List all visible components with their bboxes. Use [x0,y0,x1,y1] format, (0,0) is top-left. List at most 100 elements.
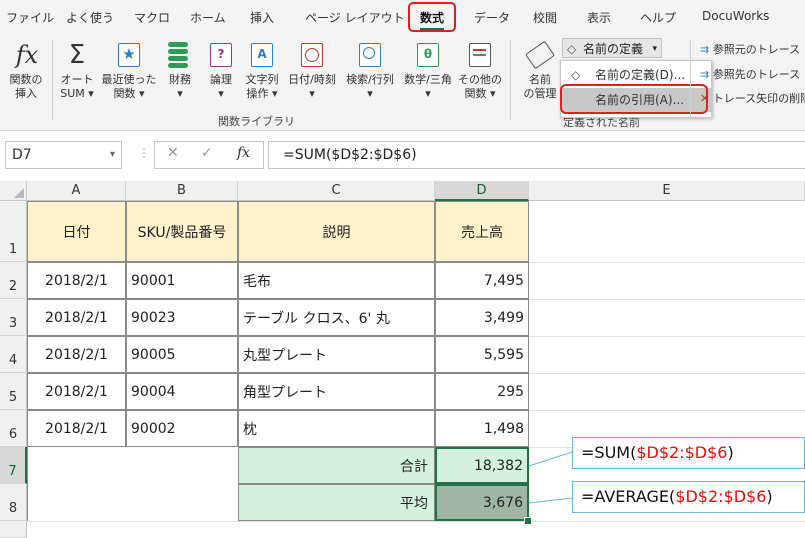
insert-function-icon[interactable]: fx [12,40,42,70]
theta-book-icon[interactable]: θ [413,40,443,70]
insert-function-button[interactable]: 関数の 挿入 [4,73,48,101]
trace-dependents-button[interactable]: ⇉ 参照先のトレース [700,66,800,82]
autosum-button[interactable]: オート SUM ▾ [55,73,99,101]
remove-arrows-icon: ✕ [700,92,710,105]
cell-c6[interactable]: 枕 [238,410,435,447]
trace-precedents-button[interactable]: ⇉ 参照元のトレース [700,41,800,57]
row-header-5[interactable]: 5 [0,373,27,410]
row-header-3[interactable]: 3 [0,299,27,336]
cell-d3[interactable]: 3,499 [435,299,529,336]
cell-a7-b8-empty[interactable] [27,447,238,521]
math-button[interactable]: 数学/三角 ▾ [399,73,457,101]
cell-a4[interactable]: 2018/2/1 [27,336,126,373]
name-manager-button[interactable]: 名前 の管理 [518,73,562,101]
clock-book-icon[interactable] [297,40,327,70]
column-header-d[interactable]: D [435,181,529,201]
cancel-icon[interactable]: ✕ [167,145,179,161]
cell-a5[interactable]: 2018/2/1 [27,373,126,410]
ribbon-separator [690,40,691,120]
question-book-icon[interactable]: ? [206,40,236,70]
tab-favorites[interactable]: よく使う [66,9,114,26]
cell-d2[interactable]: 7,495 [435,262,529,299]
cell-c3[interactable]: テーブル クロス、6' 丸 [238,299,435,336]
enter-icon[interactable]: ✓ [201,145,213,161]
star-book-icon[interactable]: ★ [114,40,144,70]
cell-b6[interactable]: 90002 [126,410,238,447]
row-header-2[interactable]: 2 [0,262,27,299]
financial-button[interactable]: 財務 ▾ [160,73,200,101]
tab-insert[interactable]: 挿入 [250,9,274,26]
total-label-cell[interactable]: 合計 [238,447,435,484]
row-header-4[interactable]: 4 [0,336,27,373]
cell-d6[interactable]: 1,498 [435,410,529,447]
more-functions-button[interactable]: その他の 関数 ▾ [457,73,503,101]
row-header-7[interactable]: 7 [0,447,27,484]
text-label-2: 操作 ▾ [246,87,278,100]
average-value-cell[interactable]: 3,676 [435,484,529,521]
tab-macro[interactable]: マクロ [134,9,170,26]
avg-prefix: =AVERAGE( [581,487,676,506]
cell-b4[interactable]: 90005 [126,336,238,373]
cell-c5[interactable]: 角型プレート [238,373,435,410]
column-header-a[interactable]: A [27,181,126,201]
coins-icon[interactable] [163,40,193,70]
math-label: 数学/三角 [404,73,452,86]
name-box[interactable]: D7 ▾ [5,141,122,169]
chevron-down-icon[interactable]: ▾ [110,142,115,168]
lookup-button[interactable]: 検索/行列 ▾ [341,73,399,101]
column-header-c[interactable]: C [238,181,435,201]
row-header-9[interactable] [0,521,27,538]
tab-help[interactable]: ヘルプ [640,9,676,26]
logical-button[interactable]: 論理 ▾ [201,73,241,101]
magnifier-book-icon[interactable] [355,40,385,70]
tab-docuworks[interactable]: DocuWorks [702,9,769,23]
callout-line-sum [528,451,573,467]
cell-b5[interactable]: 90004 [126,373,238,410]
tab-page-layout[interactable]: ページ レイアウト [305,9,405,26]
select-all-corner[interactable] [0,181,27,201]
cell-d5[interactable]: 295 [435,373,529,410]
text-functions-button[interactable]: 文字列 操作 ▾ [240,73,284,101]
insert-function-icon[interactable]: fx [237,145,250,161]
gridline [529,262,805,263]
header-cell-sku[interactable]: SKU/製品番号 [126,201,238,262]
header-cell-description[interactable]: 説明 [238,201,435,262]
tag-icon[interactable] [525,40,555,70]
header-cell-date[interactable]: 日付 [27,201,126,262]
more-functions-book-icon[interactable] [465,40,495,70]
more-label-text: 関数 [464,87,487,100]
tab-view[interactable]: 表示 [587,9,611,26]
fill-handle[interactable] [524,517,532,525]
tab-home[interactable]: ホーム [190,9,226,26]
cell-c2[interactable]: 毛布 [238,262,435,299]
row-header-6[interactable]: 6 [0,410,27,447]
cell-b3[interactable]: 90023 [126,299,238,336]
sigma-icon[interactable]: Σ [62,40,92,70]
dropdown-caret: ▾ [218,87,224,100]
cell-d4[interactable]: 5,595 [435,336,529,373]
dropdown-caret: ▾ [309,87,315,100]
datetime-button[interactable]: 日付/時刻 ▾ [284,73,340,101]
column-header-e[interactable]: E [529,181,805,201]
header-cell-sales[interactable]: 売上高 [435,201,529,262]
row-header-1[interactable]: 1 [0,201,27,262]
define-name-button[interactable]: ◇ 名前の定義 ▾ [562,38,662,58]
average-label-cell[interactable]: 平均 [238,484,435,521]
cell-b2[interactable]: 90001 [126,262,238,299]
tab-file[interactable]: ファイル [6,9,54,26]
cell-a6[interactable]: 2018/2/1 [27,410,126,447]
tab-review[interactable]: 校閲 [533,9,557,26]
clock-frame [301,43,323,67]
column-header-b[interactable]: B [126,181,238,201]
total-value-cell[interactable]: 18,382 [435,447,529,484]
cell-a2[interactable]: 2018/2/1 [27,262,126,299]
recent-functions-button[interactable]: 最近使った 関数 ▾ [100,73,158,101]
autosum-label-text: SUM [60,87,85,100]
formula-input[interactable]: =SUM($D$2:$D$6) [268,141,805,169]
text-book-icon[interactable]: A [247,40,277,70]
cell-a3[interactable]: 2018/2/1 [27,299,126,336]
row-header-8[interactable]: 8 [0,484,27,521]
tab-data[interactable]: データ [474,9,510,26]
cell-c4[interactable]: 丸型プレート [238,336,435,373]
remove-arrows-button[interactable]: ✕ トレース矢印の削除 [700,90,805,106]
